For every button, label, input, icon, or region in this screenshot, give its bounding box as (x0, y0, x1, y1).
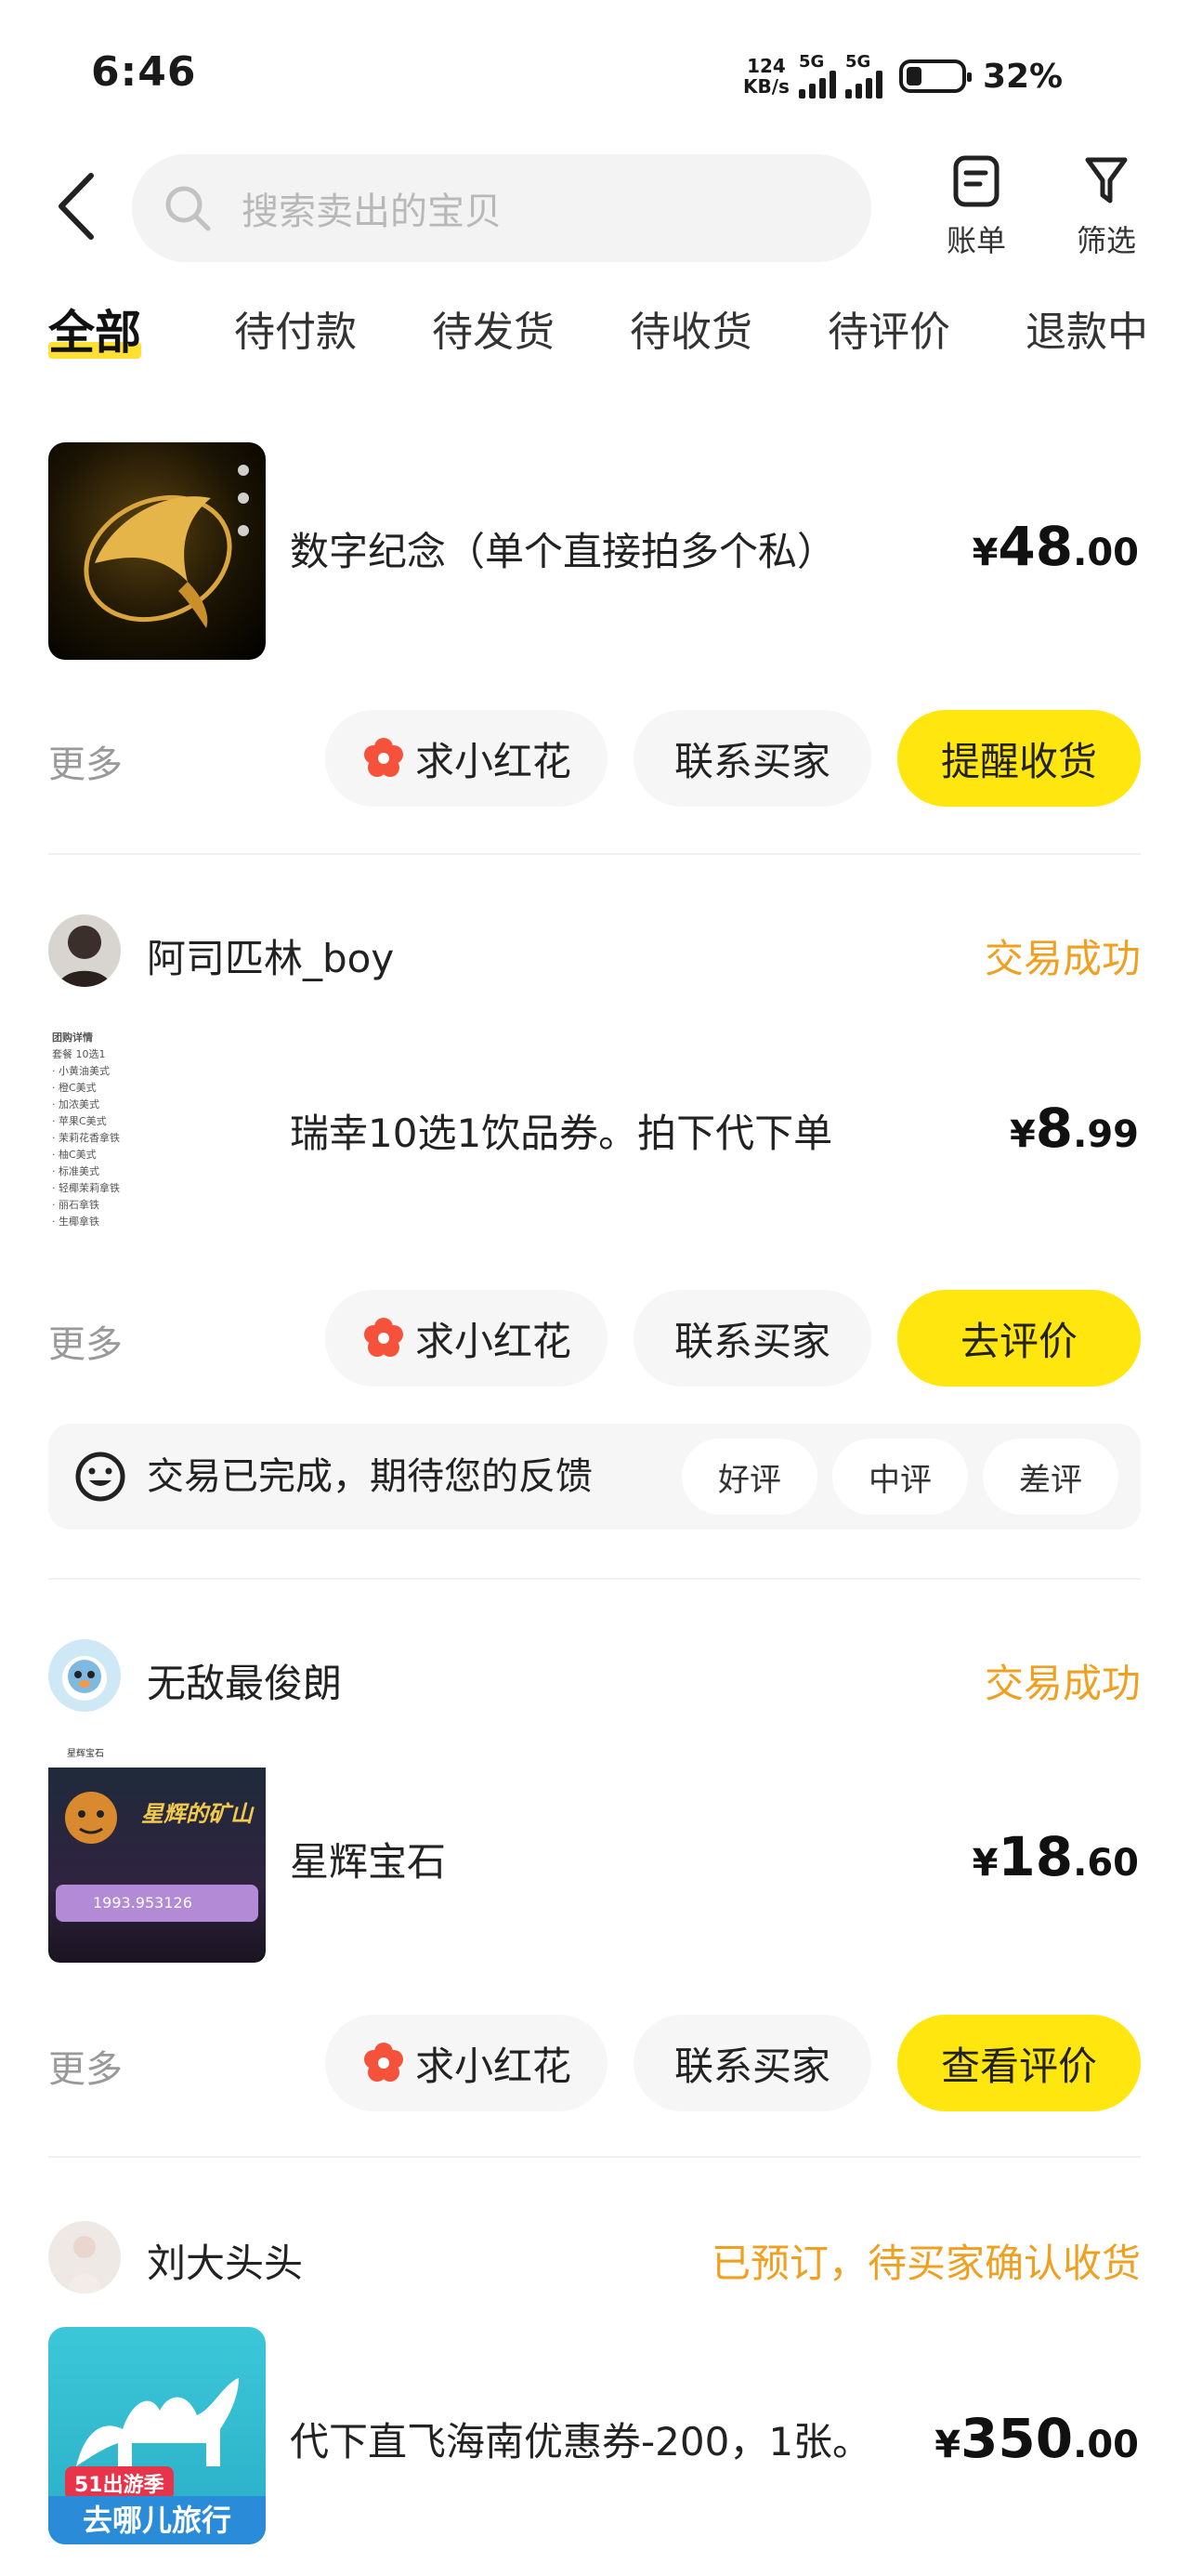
order-status: 已预订，待买家确认收货 (711, 2241, 1141, 2286)
flower-icon (363, 1318, 403, 1357)
flower-icon (363, 2043, 403, 2082)
order-price: ¥8.99 (1009, 1097, 1139, 1160)
avatar[interactable] (48, 914, 121, 987)
order-title[interactable]: 瑞幸10选1饮品券。拍下代下单 (290, 1102, 832, 1159)
bill-button[interactable]: 账单 (925, 154, 1027, 260)
avatar[interactable] (48, 1639, 121, 1712)
contact-buyer-button[interactable]: 联系买家 (634, 710, 871, 807)
feedback-message: 交易已完成，期待您的反馈 (147, 1455, 593, 1498)
signal-sim2-icon: 5G (844, 54, 882, 99)
flower-icon (363, 738, 403, 777)
smiley-icon (75, 1452, 125, 1502)
order-price: ¥350.00 (934, 2407, 1139, 2470)
more-link[interactable]: 更多 (48, 2039, 123, 2093)
feedback-bar: 交易已完成，期待您的反馈 好评 中评 差评 (48, 1424, 1141, 1530)
divider (48, 1578, 1141, 1580)
thumbnail-menu-text: 团购详情 套餐 10选1 · 小黄油美式 · 橙C美式 · 加浓美式 · 苹果C… (52, 1032, 120, 1228)
tab-pending-receipt[interactable]: 待收货 (630, 296, 752, 370)
order-status: 交易成功 (984, 936, 1141, 981)
tab-all[interactable]: 全部 (48, 296, 141, 370)
signal-sim1-icon: 5G (798, 54, 836, 99)
neutral-review-button[interactable]: 中评 (832, 1439, 968, 1515)
bad-review-button[interactable]: 差评 (983, 1439, 1118, 1515)
filter-button[interactable]: 筛选 (1055, 154, 1157, 260)
order-title[interactable]: 数字纪念（单个直接拍多个私） (290, 520, 836, 577)
order-title[interactable]: 代下直飞海南优惠券-200，1张。 (290, 2411, 871, 2467)
good-review-button[interactable]: 好评 (682, 1439, 817, 1515)
battery-percent: 32% (982, 57, 1064, 96)
search-placeholder: 搜索卖出的宝贝 (242, 191, 502, 233)
back-button[interactable] (48, 167, 104, 245)
product-thumbnail[interactable] (48, 442, 266, 660)
product-thumbnail[interactable]: 51出游季 去哪儿旅行 (48, 2327, 266, 2544)
write-review-button[interactable]: 去评价 (897, 1290, 1141, 1387)
battery-icon (898, 59, 972, 93)
divider (48, 2156, 1141, 2158)
tab-pending-payment[interactable]: 待付款 (234, 296, 357, 370)
status-time: 6:46 (91, 48, 197, 96)
more-link[interactable]: 更多 (48, 1314, 123, 1368)
net-speed: 124 KB/s (743, 55, 790, 98)
gold-whale-image (84, 465, 249, 628)
search-input[interactable]: 搜索卖出的宝贝 (132, 154, 871, 262)
order-title[interactable]: 星辉宝石 (290, 1831, 446, 1887)
ask-flower-button[interactable]: 求小红花 (325, 1290, 608, 1387)
product-thumbnail[interactable]: 团购详情 套餐 10选1 · 小黄油美式 · 橙C美式 · 加浓美式 · 苹果C… (48, 1020, 266, 1238)
tab-refunding[interactable]: 退款中 (1026, 296, 1148, 370)
tiger-character-icon (65, 1792, 117, 1844)
order-price: ¥18.60 (972, 1825, 1139, 1888)
filter-icon (1085, 157, 1128, 204)
search-icon (165, 186, 211, 231)
chevron-left-icon (59, 173, 94, 240)
seller-name[interactable]: 阿司匹林_boy (147, 927, 394, 984)
contact-buyer-button[interactable]: 联系买家 (634, 2015, 871, 2111)
status-icons: 124 KB/s 5G 5G 32% (743, 48, 1063, 104)
contact-buyer-button[interactable]: 联系买家 (634, 1290, 871, 1387)
order-tabs: 全部 待付款 待发货 待收货 待评价 退款中 (0, 296, 1189, 370)
view-review-button[interactable]: 查看评价 (897, 2015, 1141, 2111)
avatar[interactable] (48, 2221, 121, 2293)
tab-pending-review[interactable]: 待评价 (828, 296, 950, 370)
remind-receipt-button[interactable]: 提醒收货 (897, 710, 1141, 807)
seller-name[interactable]: 无敌最俊朗 (147, 1652, 342, 1709)
seller-name[interactable]: 刘大头头 (147, 2232, 303, 2289)
divider (48, 853, 1141, 855)
ask-flower-button[interactable]: 求小红花 (325, 710, 608, 807)
order-status: 交易成功 (984, 1661, 1141, 1706)
tab-pending-shipment[interactable]: 待发货 (432, 296, 555, 370)
more-link[interactable]: 更多 (48, 734, 123, 788)
order-price: ¥48.00 (972, 515, 1139, 578)
game-screenshot: 星辉的矿山 1993.953126 (48, 1768, 266, 1963)
bill-icon (953, 155, 1000, 207)
ask-flower-button[interactable]: 求小红花 (325, 2015, 608, 2111)
product-thumbnail[interactable]: 星辉宝石 星辉的矿山 1993.953126 (48, 1745, 266, 1963)
